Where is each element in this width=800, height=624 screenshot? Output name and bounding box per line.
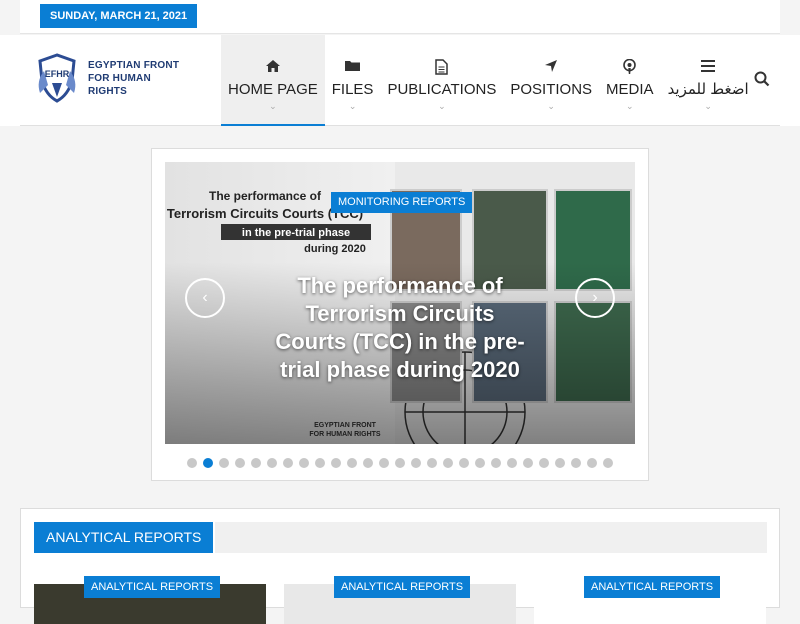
logo-text: EGYPTIAN FRONT FOR HUMAN RIGHTS — [88, 59, 192, 98]
slider-dot[interactable] — [491, 458, 501, 468]
slider-dot[interactable] — [283, 458, 293, 468]
nav-item-positions[interactable]: POSITIONS ⌄ — [503, 35, 599, 126]
slider-dot[interactable] — [603, 458, 613, 468]
card-category-tag[interactable]: ANALYTICAL REPORTS — [334, 576, 471, 598]
logo-abbr: EFHR — [45, 69, 70, 79]
slider-dot[interactable] — [523, 458, 533, 468]
top-bar: SUNDAY, MARCH 21, 2021 — [20, 0, 780, 34]
report-card[interactable]: ANALYTICAL REPORTS — [534, 576, 766, 624]
site-logo[interactable]: EFHR EGYPTIAN FRONT FOR HUMAN RIGHTS — [32, 51, 192, 105]
slider-dot[interactable] — [427, 458, 437, 468]
chevron-down-icon: ⌄ — [438, 101, 446, 111]
folder-icon — [344, 59, 361, 75]
chevron-right-icon: › — [592, 289, 598, 306]
slider-dot[interactable] — [315, 458, 325, 468]
chevron-down-icon: ⌄ — [547, 101, 555, 111]
slide-category-tag[interactable]: MONITORING REPORTS — [331, 192, 473, 213]
slider-dot[interactable] — [443, 458, 453, 468]
chevron-down-icon: ⌄ — [626, 101, 634, 111]
logo-emblem: EFHR — [32, 51, 82, 105]
nav-label: HOME PAGE — [228, 81, 318, 98]
report-card[interactable]: ANALYTICAL REPORTS — [34, 576, 266, 624]
header-inner: EFHR EGYPTIAN FRONT FOR HUMAN RIGHTS HOM… — [20, 35, 780, 126]
main-nav: HOME PAGE ⌄ FILES ⌄ PUBLICATIONS ⌄ POSIT… — [221, 35, 756, 126]
featured-slider: The performance of Terrorism Circuits Co… — [151, 148, 649, 481]
chevron-down-icon: ⌄ — [269, 101, 277, 111]
analytical-reports-section: ANALYTICAL REPORTS ANALYTICAL REPORTS AN… — [20, 508, 780, 624]
menu-icon — [701, 59, 716, 75]
slider-dot[interactable] — [555, 458, 565, 468]
nav-label: PUBLICATIONS — [387, 81, 497, 98]
chevron-down-icon: ⌄ — [704, 101, 712, 111]
svg-text:in the pre-trial phase: in the pre-trial phase — [242, 227, 350, 239]
slide-title[interactable]: The performance of Terrorism Circuits Co… — [275, 272, 525, 384]
slide-image[interactable]: The performance of Terrorism Circuits Co… — [165, 162, 635, 444]
nav-item-files[interactable]: FILES ⌄ — [325, 35, 381, 126]
card-category-tag[interactable]: ANALYTICAL REPORTS — [84, 576, 221, 598]
slider-dot[interactable] — [347, 458, 357, 468]
slider-dot[interactable] — [411, 458, 421, 468]
logo-line-2: FOR HUMAN RIGHTS — [88, 72, 151, 97]
slider-dot[interactable] — [219, 458, 229, 468]
slide-prev-button[interactable]: ‹ — [185, 278, 225, 318]
nav-label: POSITIONS — [510, 81, 593, 98]
slider-dot[interactable] — [459, 458, 469, 468]
nav-item-publications[interactable]: PUBLICATIONS ⌄ — [380, 35, 503, 126]
home-icon — [265, 59, 281, 75]
nav-label: FILES — [331, 81, 374, 98]
nav-label: اضغط للمزيد — [667, 81, 749, 98]
svg-text:The performance of: The performance of — [209, 189, 322, 203]
slider-dot[interactable] — [235, 458, 245, 468]
chevron-down-icon: ⌄ — [348, 101, 357, 111]
nav-label: MEDIA — [606, 81, 654, 98]
slider-dot[interactable] — [539, 458, 549, 468]
slider-dot[interactable] — [507, 458, 517, 468]
slider-dot[interactable] — [363, 458, 373, 468]
site-header: EFHR EGYPTIAN FRONT FOR HUMAN RIGHTS HOM… — [0, 35, 800, 126]
location-arrow-icon — [544, 59, 558, 75]
nav-item-more[interactable]: اضغط للمزيد ⌄ — [661, 35, 756, 126]
slider-dot[interactable] — [331, 458, 341, 468]
slider-dot[interactable] — [475, 458, 485, 468]
slider-dot[interactable] — [267, 458, 277, 468]
chevron-left-icon: ‹ — [202, 289, 208, 306]
section-title-bar — [215, 522, 767, 553]
slider-dot[interactable] — [587, 458, 597, 468]
slider-dot[interactable] — [251, 458, 261, 468]
slider-dot[interactable] — [571, 458, 581, 468]
document-icon — [435, 59, 449, 75]
slider-dot[interactable] — [299, 458, 309, 468]
slider-dot[interactable] — [187, 458, 197, 468]
date-badge: SUNDAY, MARCH 21, 2021 — [40, 4, 198, 28]
slider-dots — [187, 458, 613, 468]
card-category-tag[interactable]: ANALYTICAL REPORTS — [584, 576, 721, 598]
slider-dot[interactable] — [379, 458, 389, 468]
nav-item-media[interactable]: MEDIA ⌄ — [599, 35, 661, 126]
nav-item-home[interactable]: HOME PAGE ⌄ — [221, 35, 325, 126]
section-title[interactable]: ANALYTICAL REPORTS — [34, 522, 214, 553]
svg-text:during 2020: during 2020 — [304, 243, 366, 255]
podcast-icon — [622, 58, 637, 75]
report-card[interactable]: ANALYTICAL REPORTS — [284, 576, 516, 624]
slider-dot[interactable] — [395, 458, 405, 468]
logo-line-1: EGYPTIAN FRONT — [88, 59, 180, 71]
slider-dot[interactable] — [203, 458, 213, 468]
slide-next-button[interactable]: › — [575, 278, 615, 318]
search-icon[interactable] — [754, 71, 774, 91]
